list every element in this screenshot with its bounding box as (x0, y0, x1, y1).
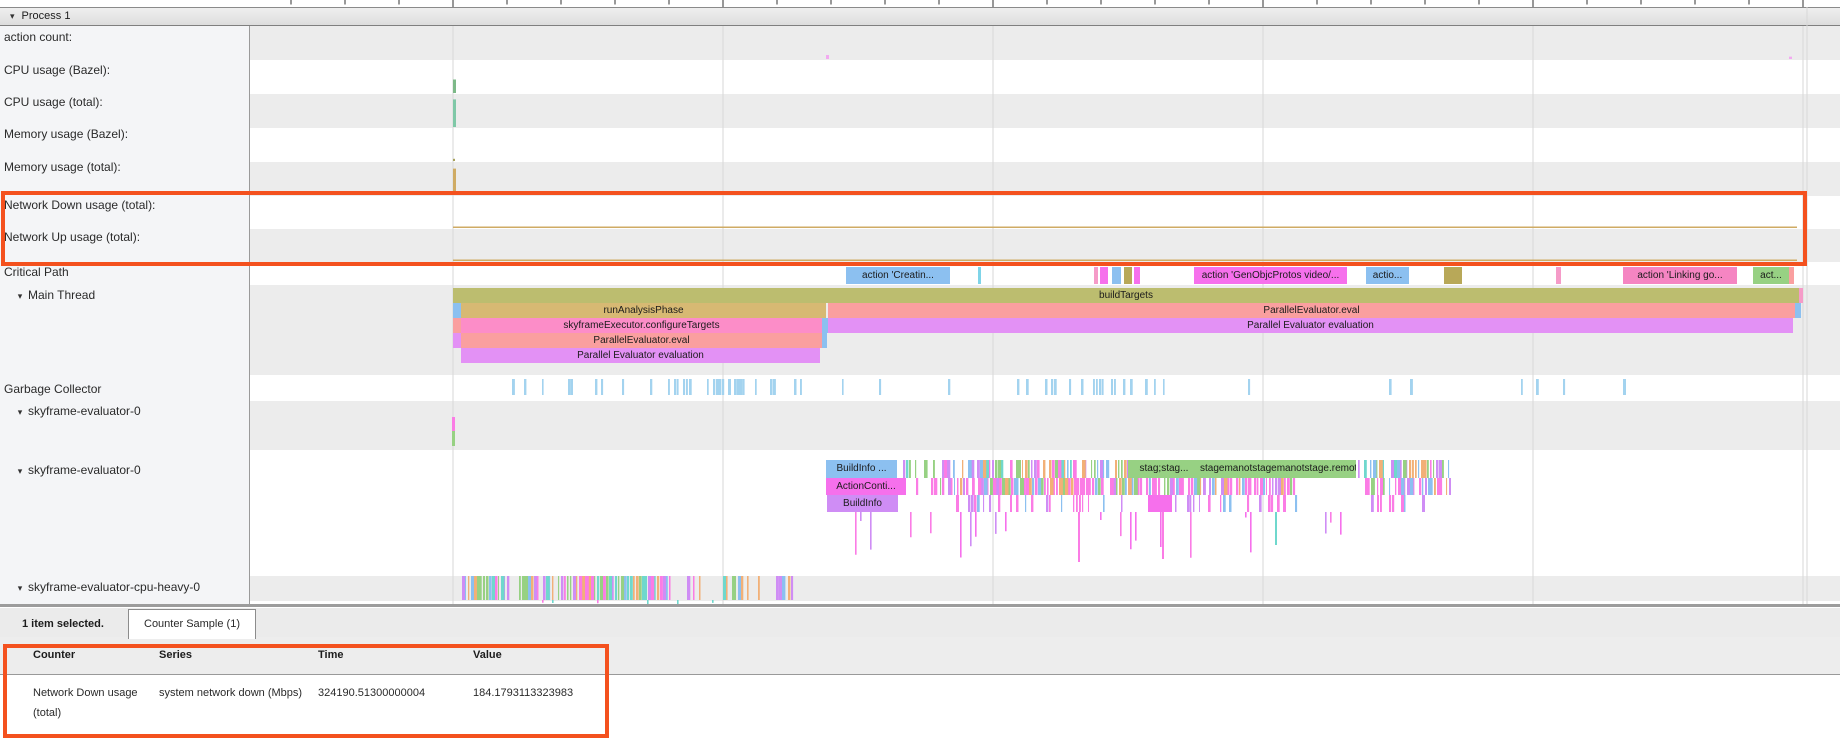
collapse-triangle-icon[interactable]: ▾ (12, 407, 28, 418)
slice-skyframe-evaluator-0-second-row-1[interactable]: stag;stag... (1128, 460, 1200, 478)
slice-critical-path[interactable]: act... (1753, 267, 1789, 284)
track-row-stripe (250, 576, 1840, 601)
slice-main-thread-row-2[interactable]: ParallelEvaluator.eval (828, 303, 1795, 318)
sliver-critical-path[interactable] (1100, 267, 1108, 284)
thread-name: skyframe-evaluator-0 (28, 463, 141, 477)
track-row-stripe (250, 375, 1840, 401)
sidebar-counter-label: Memory usage (Bazel): (4, 127, 128, 141)
slice-skyframe-evaluator-0-second-row-2[interactable]: ActionConti... (826, 478, 906, 495)
thread-name: Critical Path (4, 265, 69, 279)
sliver-critical-path[interactable] (978, 267, 981, 284)
track-row-stripe (250, 26, 1840, 60)
sliver-critical-path[interactable] (1444, 267, 1462, 284)
slice-skyframe-evaluator-0-second-row-3[interactable]: BuildInfo (827, 495, 898, 512)
sliver-skyframe-evaluator-0-second-row-3[interactable] (1148, 495, 1172, 512)
thread-name: Garbage Collector (4, 382, 101, 396)
sidebar-thread-label[interactable]: ▾skyframe-evaluator-0 (12, 463, 141, 477)
sidebar-thread-label[interactable]: Critical Path (4, 265, 69, 279)
sliver-critical-path[interactable] (1094, 267, 1098, 284)
sidebar-counter-label: CPU usage (total): (4, 95, 103, 109)
sliver-critical-path[interactable] (1789, 267, 1794, 284)
slice-skyframe-evaluator-0-second-row-1[interactable]: BuildInfo ... (826, 460, 897, 478)
process-header[interactable]: ▾ Process 1 (0, 7, 1840, 26)
track-row-stripe (250, 60, 1840, 94)
network-rows-highlight (1, 191, 1807, 266)
slice-critical-path[interactable]: actio... (1366, 267, 1409, 284)
collapse-triangle-icon[interactable]: ▾ (12, 291, 28, 302)
slice-main-thread-row-3[interactable]: skyframeExecutor.configureTargets (461, 318, 822, 333)
thread-name: skyframe-evaluator-0 (28, 404, 141, 418)
sliver-critical-path[interactable] (1556, 267, 1561, 284)
sliver-main-thread-row-2[interactable] (1795, 303, 1801, 318)
collapse-triangle-icon[interactable]: ▾ (12, 466, 28, 477)
slice-main-thread-row-2[interactable]: runAnalysisPhase (461, 303, 826, 318)
slice-main-thread-row-4[interactable]: ParallelEvaluator.eval (461, 333, 822, 348)
track-row-stripe (250, 128, 1840, 162)
sliver-critical-path[interactable] (1124, 267, 1132, 284)
track-row-stripe (250, 450, 1840, 576)
process-title: Process 1 (22, 10, 71, 22)
slice-main-thread-row-5[interactable]: Parallel Evaluator evaluation (461, 348, 820, 363)
sidebar-thread-label[interactable]: ▾Main Thread (12, 288, 95, 302)
tab-counter-sample[interactable]: Counter Sample (1) (128, 609, 256, 639)
sidebar-thread-label[interactable]: ▾skyframe-evaluator-0 (12, 404, 141, 418)
slice-main-thread-row-1[interactable]: buildTargets (453, 288, 1799, 303)
sliver-main-thread-row-4[interactable] (453, 333, 461, 348)
slice-skyframe-evaluator-0-second-row-1[interactable]: stagemanotstagemanotstage.remot... (1200, 460, 1356, 478)
track-row-stripe (250, 94, 1840, 128)
time-ruler[interactable] (0, 0, 1840, 7)
collapse-triangle-icon[interactable]: ▾ (12, 583, 28, 594)
sidebar-counter-label: CPU usage (Bazel): (4, 63, 110, 77)
sliver-critical-path[interactable] (1112, 267, 1121, 284)
tab-strip (0, 608, 1840, 638)
slice-main-thread-row-3[interactable]: Parallel Evaluator evaluation (828, 318, 1793, 333)
selection-status: 1 item selected. (22, 618, 104, 630)
sliver-main-thread-row-4[interactable] (822, 333, 827, 348)
track-sidebar: action count: CPU usage (Bazel): CPU usage… (0, 26, 250, 607)
sliver-skyframe-evaluator-0-first[interactable] (452, 417, 455, 431)
sidebar-thread-label[interactable]: Garbage Collector (4, 382, 101, 396)
counter-table-highlight (3, 644, 609, 738)
sliver-skyframe-evaluator-0-first-b[interactable] (452, 431, 455, 446)
sidebar-counter-label: action count: (4, 30, 72, 44)
sliver-critical-path[interactable] (1134, 267, 1140, 284)
slice-critical-path[interactable]: action 'Creatin... (846, 267, 950, 284)
thread-name: skyframe-evaluator-cpu-heavy-0 (28, 580, 200, 594)
sliver-main-thread-row-3[interactable] (453, 318, 461, 333)
thread-name: Main Thread (28, 288, 95, 302)
sliver-main-thread-row-1[interactable] (1799, 288, 1803, 303)
collapse-triangle-icon[interactable]: ▾ (10, 11, 15, 21)
slice-critical-path[interactable]: action 'GenObjcProtos video/... (1194, 267, 1347, 284)
sidebar-thread-label[interactable]: ▾skyframe-evaluator-cpu-heavy-0 (12, 580, 200, 594)
trace-viewer: ▾ Process 1 action 'Creatin... action 'Gen… (0, 0, 1840, 742)
slice-critical-path[interactable]: action 'Linking go... (1623, 267, 1737, 284)
sidebar-counter-label: Memory usage (total): (4, 160, 121, 174)
track-row-stripe (250, 401, 1840, 450)
sliver-main-thread-row-2[interactable] (453, 303, 461, 318)
